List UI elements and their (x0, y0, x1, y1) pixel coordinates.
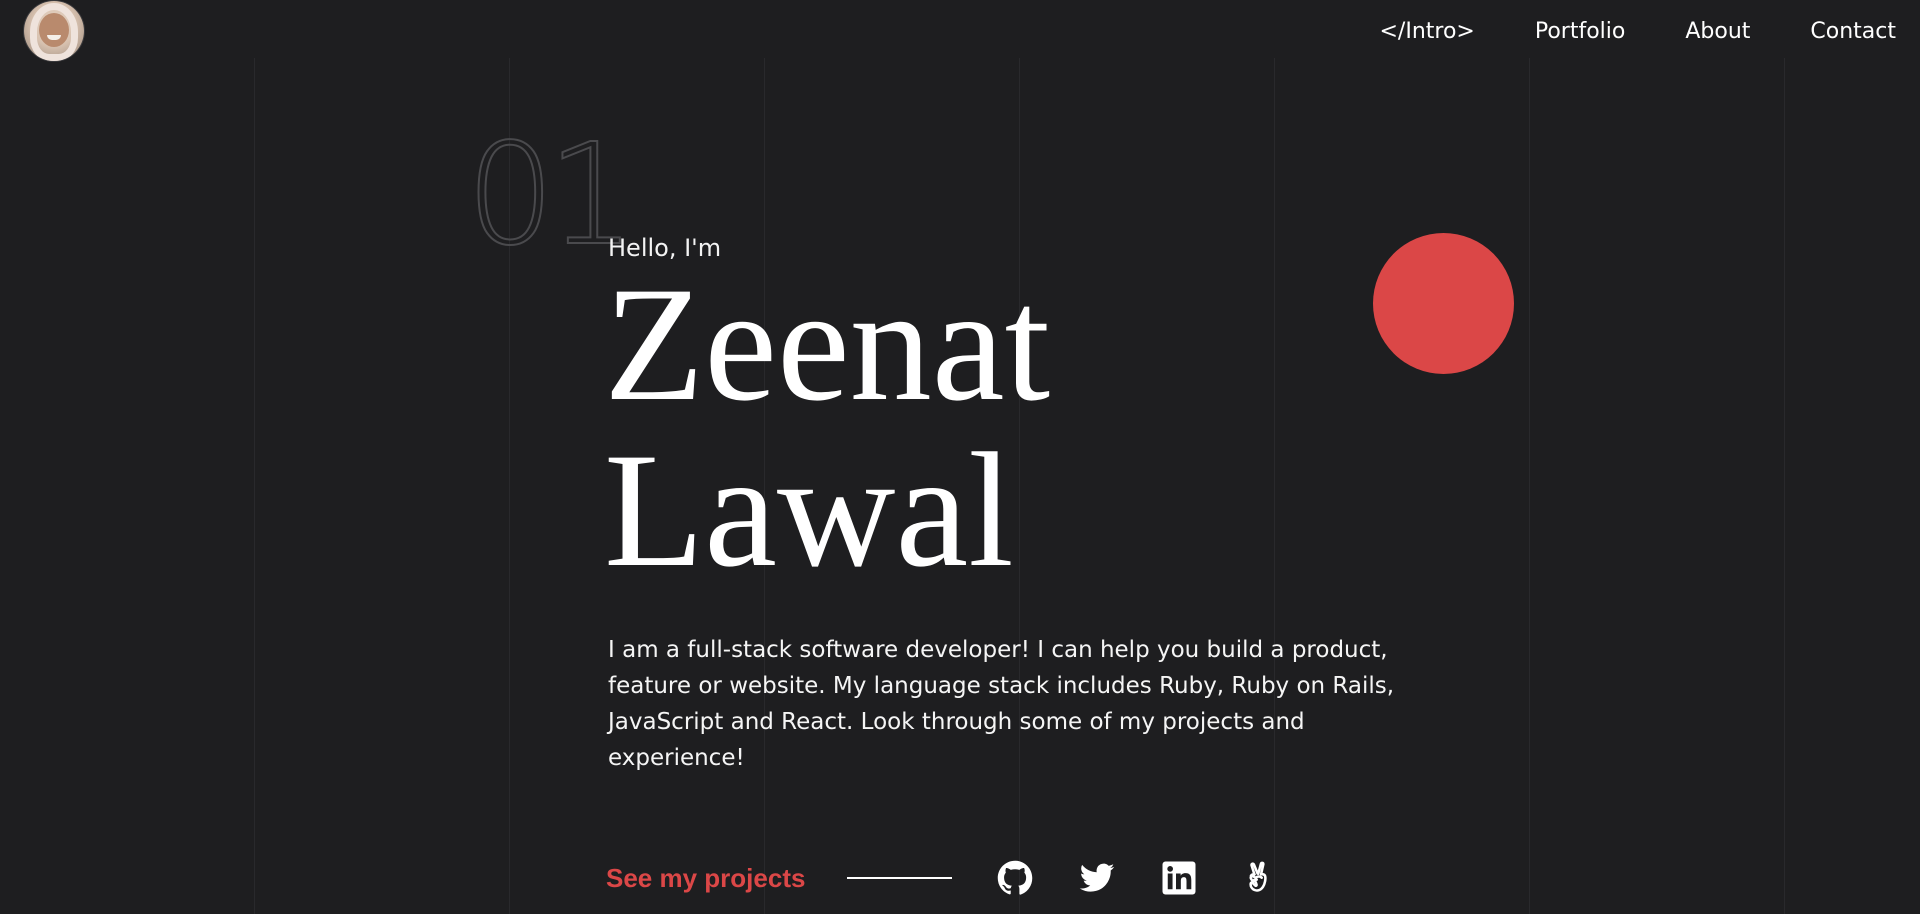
github-icon-glyph (997, 860, 1033, 895)
hero-first-name: Zeenat (604, 254, 1051, 435)
grid-line (1274, 58, 1275, 914)
hero-last-name: Lawal (604, 420, 1014, 601)
nav-link-about[interactable]: About (1685, 14, 1750, 50)
see-projects-link[interactable]: See my projects (606, 858, 805, 898)
twitter-icon[interactable] (1079, 860, 1115, 896)
grid-line (254, 58, 255, 914)
navbar: </Intro> Portfolio About Contact (0, 0, 1920, 62)
hero-name: Zeenat Lawal (604, 262, 1050, 594)
twitter-icon-glyph (1079, 863, 1115, 892)
avatar-face (39, 13, 69, 47)
angellist-icon[interactable] (1242, 860, 1278, 896)
hero-intro: I am a full-stack software developer! I … (608, 637, 1395, 771)
grid-line (1784, 58, 1785, 914)
nav-link-intro[interactable]: </Intro> (1379, 14, 1474, 50)
nav-menu: </Intro> Portfolio About Contact (1319, 14, 1896, 50)
section-number: 01 (465, 114, 637, 277)
linkedin-icon[interactable] (1161, 860, 1197, 896)
page: </Intro> Portfolio About Contact 01 Hell… (0, 0, 1920, 914)
cta-row: See my projects (606, 858, 1306, 898)
avatar[interactable] (24, 1, 84, 61)
nav-link-contact[interactable]: Contact (1810, 14, 1896, 50)
angellist-icon-glyph (1249, 861, 1267, 892)
cta-divider (847, 877, 952, 879)
decorative-red-circle (1373, 233, 1514, 374)
nav-link-portfolio[interactable]: Portfolio (1535, 14, 1626, 50)
linkedin-icon-glyph (1162, 861, 1196, 895)
grid-line (1529, 58, 1530, 914)
github-icon[interactable] (997, 860, 1033, 896)
